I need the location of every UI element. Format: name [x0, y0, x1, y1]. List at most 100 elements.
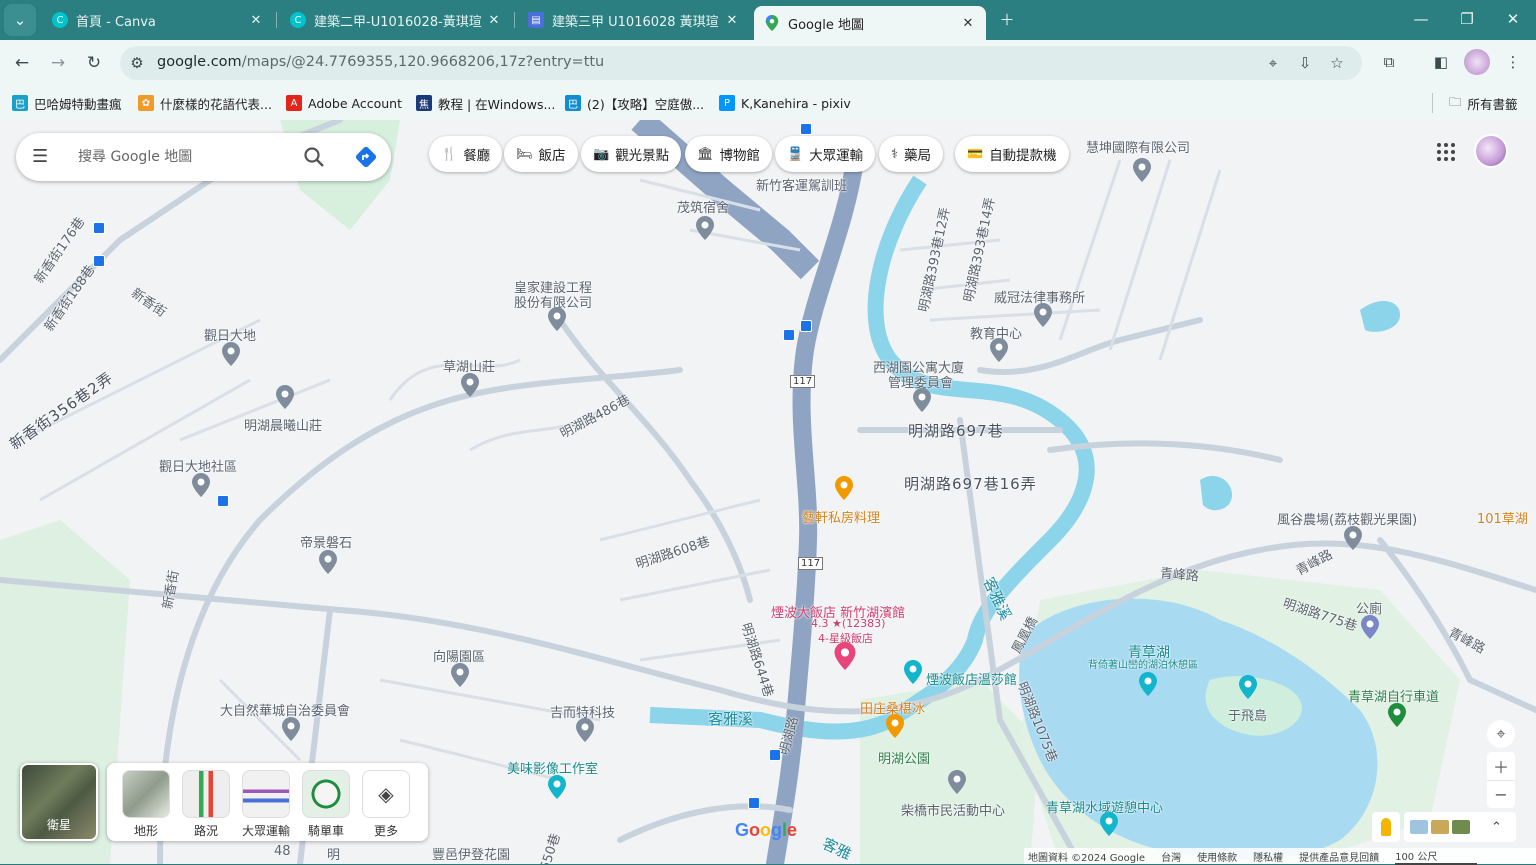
search-icon[interactable]	[302, 145, 326, 169]
hotel-pin-icon[interactable]	[834, 642, 856, 670]
chip-attractions[interactable]: 📷 觀光景點	[581, 136, 682, 172]
tab-docs[interactable]: ▤ 建築三甲 U1016028 黃琪瑄 共 ✕	[518, 4, 750, 36]
restroom-pin-icon[interactable]	[1361, 615, 1379, 639]
bus-stop-icon[interactable]	[93, 222, 105, 234]
attraction-pin-icon[interactable]	[548, 775, 566, 799]
layer-more[interactable]: ◈ 更多	[361, 770, 411, 839]
profile-avatar[interactable]	[1464, 49, 1490, 75]
install-app-icon[interactable]: ⇩	[1294, 52, 1316, 74]
bookmark-item[interactable]: 巴巴哈姆特動畫瘋	[12, 93, 122, 113]
close-icon[interactable]: ✕	[486, 13, 502, 28]
bus-stop-icon[interactable]	[748, 797, 760, 809]
place-label[interactable]: 新竹客運駕訓班	[756, 175, 847, 194]
bus-stop-icon[interactable]	[217, 495, 229, 507]
bookmark-star-icon[interactable]: ☆	[1326, 52, 1348, 74]
place-pin-icon[interactable]	[1034, 303, 1052, 327]
chip-transit[interactable]: 🚆 大眾運輸	[775, 136, 876, 172]
forward-icon[interactable]: →	[43, 48, 73, 78]
bus-stop-icon[interactable]	[769, 749, 781, 761]
all-bookmarks-button[interactable]: 🗀 所有書籤	[1432, 93, 1518, 113]
back-icon[interactable]: ←	[7, 48, 37, 78]
place-label[interactable]: 帝景磐石	[300, 532, 352, 551]
place-pin-icon[interactable]	[192, 473, 210, 497]
bus-stop-icon[interactable]	[93, 255, 105, 267]
account-avatar[interactable]	[1474, 134, 1508, 168]
attraction-pin-icon[interactable]	[1139, 672, 1157, 696]
layer-transit[interactable]: 大眾運輸	[241, 770, 291, 839]
expand-icon[interactable]: ⌃	[1491, 820, 1502, 835]
minimize-icon[interactable]: —	[1398, 0, 1444, 38]
place-label[interactable]: 藝軒私房料理	[802, 507, 880, 526]
tab-search-button[interactable]: ⌄	[4, 4, 36, 36]
chip-pharmacy[interactable]: ⚕ 藥局	[879, 136, 944, 172]
google-apps-icon[interactable]	[1434, 140, 1458, 164]
bus-stop-icon[interactable]	[800, 123, 812, 135]
zoom-in-icon[interactable]: ＋	[1487, 752, 1515, 780]
restaurant-pin-icon[interactable]	[835, 476, 853, 500]
place-label[interactable]: 茂筑宿舍	[677, 197, 729, 216]
layer-switcher-satellite[interactable]: 衛星	[20, 763, 98, 841]
place-pin-icon[interactable]	[1133, 158, 1151, 182]
place-label[interactable]: 慧坤國際有限公司	[1086, 137, 1190, 156]
restore-icon[interactable]: ❐	[1444, 0, 1490, 38]
extensions-icon[interactable]: ⧉	[1376, 49, 1402, 75]
bookmark-item[interactable]: A Adobe Account	[286, 93, 402, 113]
bus-stop-icon[interactable]	[800, 320, 812, 332]
chip-atm[interactable]: 💳 自動提款機	[955, 136, 1069, 172]
attraction-pin-icon[interactable]	[1100, 812, 1118, 836]
layer-terrain[interactable]: 地形	[121, 770, 171, 839]
tab-canva-design[interactable]: C 建築二甲-U1016028-黃琪瑄 範 ✕	[280, 4, 512, 36]
place-pin-icon[interactable]	[548, 307, 566, 331]
search-input[interactable]	[78, 143, 298, 171]
layer-traffic[interactable]: 路況	[181, 770, 231, 839]
place-pin-icon[interactable]	[913, 388, 931, 412]
privacy-link[interactable]: 隱私權	[1253, 849, 1283, 864]
tab-canva-home[interactable]: C 首頁 - Canva ✕	[42, 4, 274, 36]
terms-link[interactable]: 使用條款	[1197, 849, 1237, 864]
my-location-icon[interactable]: ⌖	[1487, 720, 1515, 748]
place-pin-icon[interactable]	[319, 550, 337, 574]
place-label[interactable]: 豐邑伊登花園	[432, 844, 510, 863]
place-label[interactable]: 明湖晨曦山莊	[244, 415, 322, 434]
bookmark-item[interactable]: 巴 (2)【攻略】空庭傲...	[565, 93, 704, 113]
bookmark-item[interactable]: 焦教程 | 在Windows...	[416, 93, 555, 113]
place-label[interactable]: 柴橋市民活動中心	[901, 800, 1005, 819]
feedback-link[interactable]: 提供產品意見回饋	[1299, 849, 1379, 864]
tab-google-maps[interactable]: Google 地圖 ✕	[754, 6, 986, 40]
close-window-icon[interactable]: ✕	[1490, 0, 1536, 38]
bookmark-item[interactable]: ✿ 什麼樣的花語代表...	[138, 93, 272, 113]
site-info-icon[interactable]: ⚙	[126, 52, 148, 74]
close-icon[interactable]: ✕	[960, 16, 976, 31]
side-panel-icon[interactable]: ◧	[1428, 49, 1454, 75]
reload-icon[interactable]: ↻	[79, 48, 109, 78]
place-label[interactable]: 煙波飯店溫莎館	[926, 669, 1017, 688]
close-icon[interactable]: ✕	[248, 13, 264, 28]
chip-restaurants[interactable]: 🍴 餐廳	[429, 136, 503, 172]
close-icon[interactable]: ✕	[724, 13, 740, 28]
bookmark-item[interactable]: P K,Kanehira - pixiv	[719, 93, 851, 113]
park-pin-icon[interactable]	[1388, 703, 1406, 727]
education-pin-icon[interactable]	[990, 338, 1008, 362]
zoom-out-icon[interactable]: −	[1487, 780, 1515, 808]
school-pin-icon[interactable]	[948, 770, 966, 794]
spa-pin-icon[interactable]	[904, 660, 922, 684]
menu-kebab-icon[interactable]: ⋮	[1500, 49, 1526, 75]
address-bar[interactable]: ⚙ google.com/maps/@24.7769355,120.966820…	[120, 46, 1362, 80]
region-link[interactable]: 台灣	[1161, 849, 1181, 864]
layer-biking[interactable]: 騎單車	[301, 770, 351, 839]
place-label[interactable]: 101草湖	[1477, 508, 1528, 527]
directions-icon[interactable]	[354, 145, 378, 169]
place-label[interactable]: 明湖公園	[878, 748, 930, 767]
restaurant-pin-icon[interactable]	[886, 714, 904, 738]
chip-museums[interactable]: 🏛 博物館	[685, 136, 773, 172]
hamburger-menu-icon[interactable]: ☰	[32, 146, 54, 168]
place-label[interactable]: 于飛島	[1228, 705, 1267, 724]
street-view-pegman-icon[interactable]	[1372, 812, 1400, 842]
scale-bar[interactable]: 100 公尺	[1395, 848, 1478, 865]
place-pin-icon[interactable]	[222, 342, 240, 366]
url-text[interactable]: google.com/maps/@24.7769355,120.9668206,…	[157, 54, 604, 70]
place-pin-icon[interactable]	[276, 385, 294, 409]
place-pin-icon[interactable]	[696, 216, 714, 240]
map-canvas[interactable]: ☰ 🍴餐廳 🛏飯店 📷觀光景點 🏛博物館 🚆大眾運輸 ⚕藥局 💳自動提款機 慧坤…	[0, 120, 1536, 864]
place-pin-icon[interactable]	[1344, 526, 1362, 550]
